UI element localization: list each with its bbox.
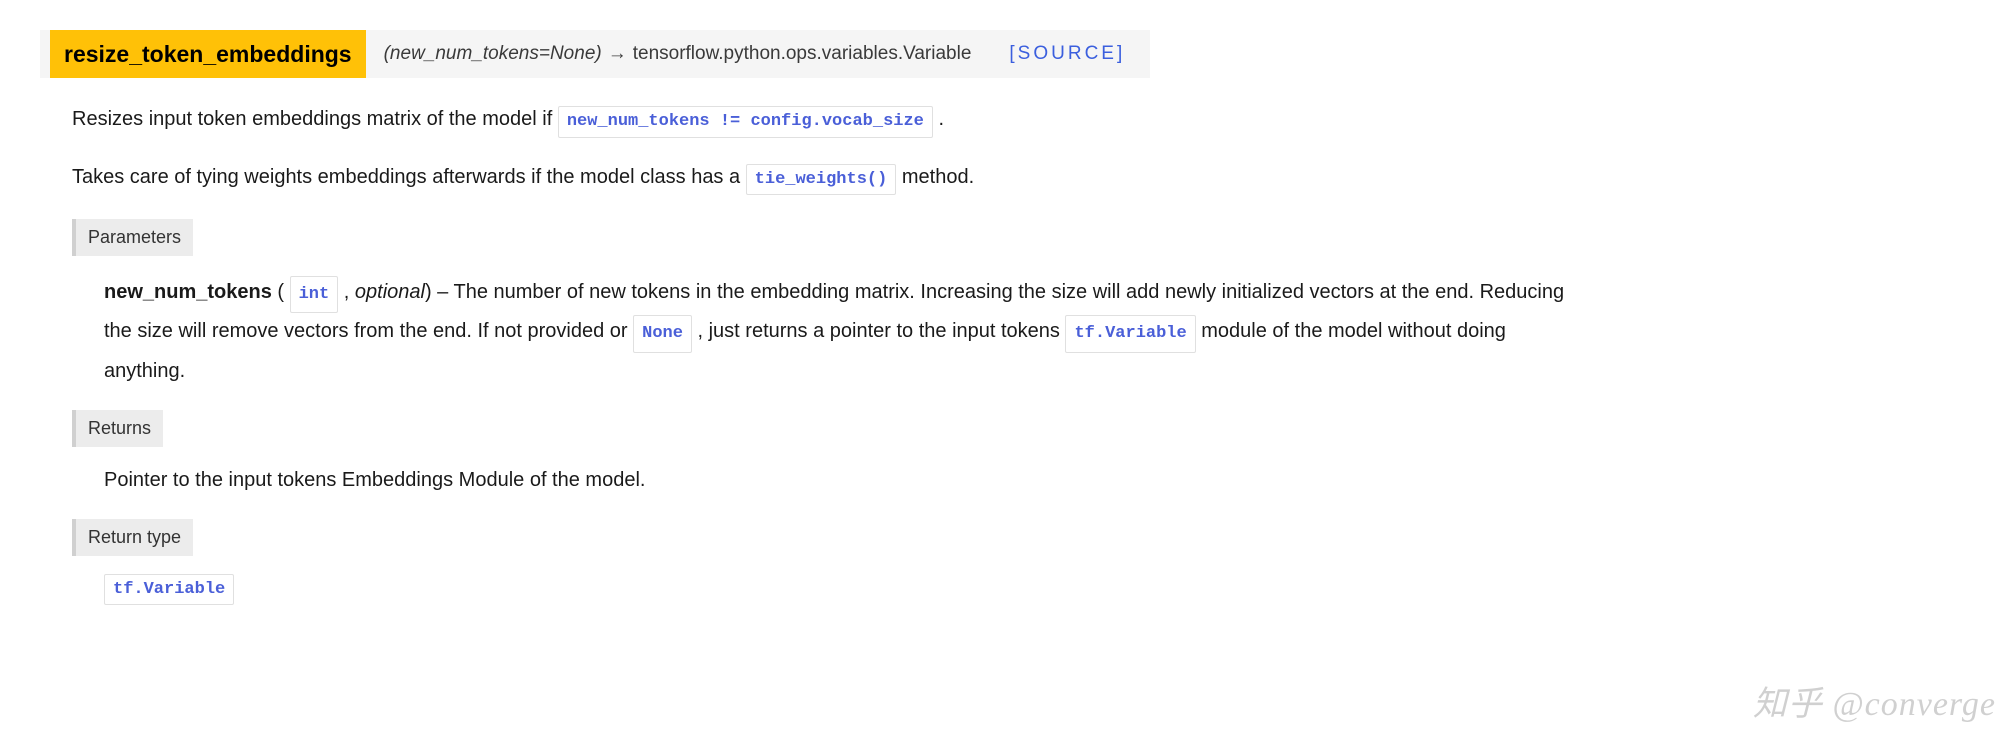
returns-description: Pointer to the input tokens Embeddings M…	[104, 465, 1976, 495]
method-signature-bar: resize_token_embeddings (new_num_tokens=…	[40, 30, 1150, 78]
param-type-code: int	[290, 276, 339, 313]
code-tf-variable: tf.Variable	[1065, 315, 1195, 352]
description-paragraph-2: Takes care of tying weights embeddings a…	[72, 162, 1976, 196]
method-name: resize_token_embeddings	[50, 30, 366, 78]
text: , just returns a pointer to the input to…	[692, 320, 1066, 342]
text: Takes care of tying weights embeddings a…	[72, 166, 746, 188]
text: Resizes input token embeddings matrix of…	[72, 108, 558, 130]
method-params: (new_num_tokens=None)	[384, 40, 602, 69]
text: method.	[902, 166, 974, 188]
text: –	[432, 281, 454, 303]
returns-section-header: Returns	[72, 410, 1976, 447]
watermark: 知乎 @converge	[1753, 679, 1996, 730]
source-link[interactable]: [SOURCE]	[1009, 40, 1125, 69]
description-paragraph-1: Resizes input token embeddings matrix of…	[72, 104, 1976, 138]
return-type-label: Return type	[76, 519, 193, 556]
code-tie-weights: tie_weights()	[746, 164, 897, 196]
return-type-section-header: Return type	[72, 519, 1976, 556]
return-arrow: →	[608, 40, 627, 69]
parameter-description: new_num_tokens ( int , optional) – The n…	[104, 274, 1584, 390]
return-type-value: tf.Variable	[104, 574, 1976, 606]
method-return-type: tensorflow.python.ops.variables.Variable	[633, 40, 972, 69]
text: )	[425, 281, 432, 303]
text: (	[272, 281, 290, 303]
text: ,	[338, 281, 355, 303]
code-condition: new_num_tokens != config.vocab_size	[558, 106, 933, 138]
code-return-type: tf.Variable	[104, 574, 234, 606]
parameters-label: Parameters	[76, 219, 193, 256]
returns-label: Returns	[76, 410, 163, 447]
text: .	[938, 108, 944, 130]
method-doc-content: Resizes input token embeddings matrix of…	[72, 104, 1976, 605]
parameters-section-header: Parameters	[72, 219, 1976, 256]
param-optional: optional	[355, 281, 425, 303]
param-name: new_num_tokens	[104, 281, 272, 303]
code-none: None	[633, 315, 692, 352]
